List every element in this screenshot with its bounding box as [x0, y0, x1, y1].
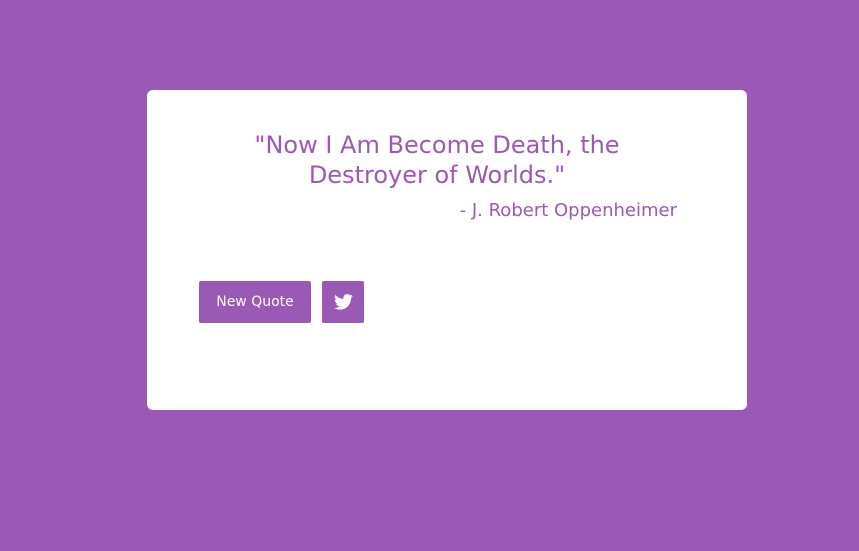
new-quote-button[interactable]: New Quote [199, 281, 311, 323]
quote-box: "Now I Am Become Death, the Destroyer of… [147, 90, 747, 410]
quote-author: - J. Robert Oppenheimer [459, 200, 677, 221]
twitter-icon [333, 294, 353, 310]
tweet-quote-button[interactable] [322, 281, 364, 323]
quote-text: "Now I Am Become Death, the Destroyer of… [254, 131, 620, 189]
